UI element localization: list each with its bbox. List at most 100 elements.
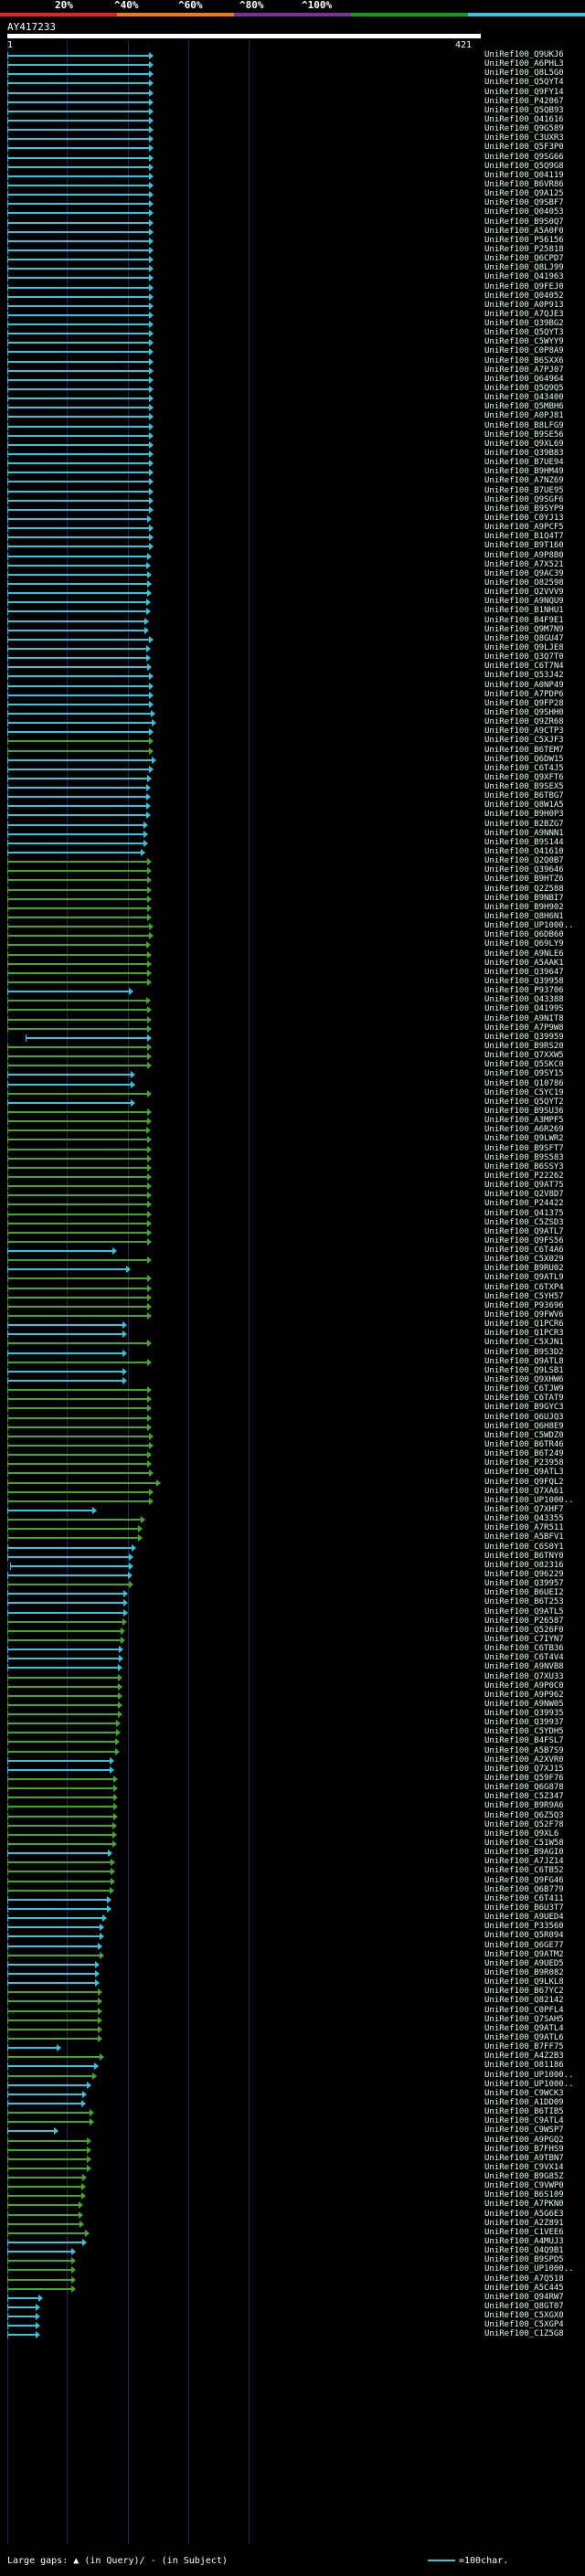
hit-accession[interactable]: UniRef100_Q9ATM2 [484,1950,564,1959]
hit-accession[interactable]: UniRef100_A5BFV1 [484,1532,564,1542]
hit-accession[interactable]: UniRef100_A9NW05 [484,1700,564,1709]
hit-accession[interactable]: UniRef100_A9CTP3 [484,726,564,736]
hit-accession[interactable]: UniRef100_B9S583 [484,1153,564,1162]
hit-accession[interactable]: UniRef100_Q7XA61 [484,1487,564,1496]
hit-accession[interactable]: UniRef100_Q2Q0B7 [484,856,564,865]
hit-accession[interactable]: UniRef100_C6T4A6 [484,1246,564,1255]
hit-accession[interactable]: UniRef100_Q41610 [484,847,564,856]
hit-accession[interactable]: UniRef100_Q7XU33 [484,1672,564,1681]
hit-accession[interactable]: UniRef100_C6TAT9 [484,1394,564,1403]
hit-accession[interactable]: UniRef100_P56156 [484,236,564,245]
hit-accession[interactable]: UniRef100_Q9FS56 [484,1236,564,1246]
hit-accession[interactable]: UniRef100_A5AAK1 [484,959,564,968]
hit-accession[interactable]: UniRef100_Q39937 [484,1718,564,1727]
hit-accession[interactable]: UniRef100_Q9XFT6 [484,773,564,782]
hit-accession[interactable]: UniRef100_A9NIT8 [484,1014,564,1023]
hit-accession[interactable]: UniRef100_Q9ATL5 [484,1607,564,1617]
hit-accession[interactable]: UniRef100_B9RU02 [484,1264,564,1273]
hit-accession[interactable]: UniRef100_A6R269 [484,1125,564,1134]
hit-accession[interactable]: UniRef100_Q1PCR6 [484,1320,564,1329]
hit-accession[interactable]: UniRef100_Q94RW7 [484,2293,564,2302]
hit-accession[interactable]: UniRef100_Q8W1A5 [484,800,564,810]
hit-accession[interactable]: UniRef100_Q9LKL8 [484,1977,564,1987]
hit-accession[interactable]: UniRef100_Q04052 [484,292,564,301]
hit-accession[interactable]: UniRef100_A9PGQ2 [484,2136,564,2145]
hit-accession[interactable]: UniRef100_Q8H6N1 [484,912,564,921]
hit-accession[interactable]: UniRef100_Q39959 [484,1033,564,1042]
hit-accession[interactable]: UniRef100_C5Z347 [484,1792,564,1801]
hit-accession[interactable]: UniRef100_C5XJF3 [484,736,564,745]
hit-accession[interactable]: UniRef100_A1DD09 [484,2098,564,2107]
hit-accession[interactable]: UniRef100_C51W58 [484,1839,564,1848]
hit-accession[interactable]: UniRef100_B1Q4T7 [484,532,564,541]
hit-accession[interactable]: UniRef100_A5B7S9 [484,1746,564,1755]
hit-accession[interactable]: UniRef100_A9NLE6 [484,949,564,959]
hit-accession[interactable]: UniRef100_B9SFT7 [484,1144,564,1153]
hit-accession[interactable]: UniRef100_A9P962 [484,1691,564,1700]
hit-accession[interactable]: UniRef100_C7IYN7 [484,1635,564,1644]
hit-accession[interactable]: UniRef100_P93706 [484,986,564,995]
hit-accession[interactable]: UniRef100_A7PDP6 [484,690,564,699]
hit-accession[interactable]: UniRef100_B9G85Z [484,2172,564,2181]
hit-accession[interactable]: UniRef100_Q39957 [484,1579,564,1588]
hit-accession[interactable]: UniRef100_Q69LY9 [484,939,564,949]
hit-accession[interactable]: UniRef100_Q9FWV6 [484,1310,564,1320]
hit-accession[interactable]: UniRef100_Q9LJE8 [484,643,564,652]
hit-accession[interactable]: UniRef100_C9VX14 [484,2163,564,2172]
hit-accession[interactable]: UniRef100_P93696 [484,1301,564,1310]
hit-accession[interactable]: UniRef100_Q04053 [484,207,564,217]
hit-accession[interactable]: UniRef100_A7QJE3 [484,310,564,319]
hit-accession[interactable]: UniRef100_Q6UJQ3 [484,1413,564,1422]
hit-accession[interactable]: UniRef100_Q9A125 [484,189,564,198]
hit-accession[interactable]: UniRef100_B9SYP9 [484,504,564,514]
hit-accession[interactable]: UniRef100_A5G6E3 [484,2210,564,2219]
hit-accession[interactable]: UniRef100_P25818 [484,245,564,254]
hit-accession[interactable]: UniRef100_Q9ATL9 [484,1273,564,1282]
hit-accession[interactable]: UniRef100_Q4Q9B1 [484,2246,564,2255]
hit-accession[interactable]: UniRef100_Q6CPD7 [484,254,564,263]
hit-accession[interactable]: UniRef100_B8LFG9 [484,421,564,430]
hit-accession[interactable]: UniRef100_Q41375 [484,1209,564,1218]
hit-accession[interactable]: UniRef100_B9SU36 [484,1107,564,1116]
hit-accession[interactable]: UniRef100_B9H0P3 [484,810,564,819]
hit-accession[interactable]: UniRef100_B7FF75 [484,2042,564,2051]
hit-accession[interactable]: UniRef100_Q7XXW5 [484,1051,564,1060]
hit-accession[interactable]: UniRef100_O81186 [484,2061,564,2070]
hit-accession[interactable]: UniRef100_C5WYY9 [484,337,564,346]
hit-accession[interactable]: UniRef100_Q1PCR3 [484,1329,564,1338]
hit-accession[interactable]: UniRef100_Q9LSB1 [484,1366,564,1375]
hit-accession[interactable]: UniRef100_Q6B779 [484,1885,564,1894]
hit-accession[interactable]: UniRef100_C5YH57 [484,1292,564,1301]
hit-accession[interactable]: UniRef100_A9NVB8 [484,1662,564,1671]
hit-accession[interactable]: UniRef100_C1VEE6 [484,2228,564,2237]
hit-accession[interactable]: UniRef100_B9AGI0 [484,1848,564,1857]
hit-accession[interactable]: UniRef100_Q43388 [484,995,564,1004]
hit-accession[interactable]: UniRef100_A5C445 [484,2284,564,2293]
hit-accession[interactable]: UniRef100_UP1000.. [484,1496,574,1505]
hit-accession[interactable]: UniRef100_Q5QYT3 [484,328,564,337]
hit-accession[interactable]: UniRef100_Q9FEJ0 [484,282,564,292]
hit-accession[interactable]: UniRef100_A2XVR0 [484,1755,564,1765]
hit-accession[interactable]: UniRef100_C6TXP4 [484,1283,564,1292]
hit-accession[interactable]: UniRef100_B6SXX6 [484,356,564,366]
hit-accession[interactable]: UniRef100_B6VR86 [484,180,564,189]
hit-accession[interactable]: UniRef100_C6S0Y1 [484,1542,564,1552]
hit-accession[interactable]: UniRef100_C9WCK3 [484,2089,564,2098]
hit-accession[interactable]: UniRef100_Q6DW15 [484,755,564,764]
hit-accession[interactable]: UniRef100_B6U3T7 [484,1903,564,1913]
hit-accession[interactable]: UniRef100_Q6GE77 [484,1941,564,1950]
hit-accession[interactable]: UniRef100_Q39646 [484,865,564,875]
hit-accession[interactable]: UniRef100_P22262 [484,1171,564,1181]
hit-accession[interactable]: UniRef100_C0P8A9 [484,346,564,355]
hit-accession[interactable]: UniRef100_Q53J42 [484,671,564,680]
hit-accession[interactable]: UniRef100_A9UED4 [484,1913,564,1922]
hit-accession[interactable]: UniRef100_UP1000.. [484,2080,574,2089]
hit-accession[interactable]: UniRef100_C9VWP0 [484,2181,564,2190]
hit-accession[interactable]: UniRef100_B9RS20 [484,1042,564,1051]
hit-accession[interactable]: UniRef100_Q9LWR2 [484,1134,564,1143]
hit-accession[interactable]: UniRef100_B4F9E1 [484,616,564,625]
hit-accession[interactable]: UniRef100_Q5SKC0 [484,1060,564,1069]
hit-accession[interactable]: UniRef100_A7JZ14 [484,1857,564,1866]
hit-row[interactable]: UniRef100_C1Z5G8 [0,2329,585,2339]
hit-accession[interactable]: UniRef100_A6PHL3 [484,59,564,69]
